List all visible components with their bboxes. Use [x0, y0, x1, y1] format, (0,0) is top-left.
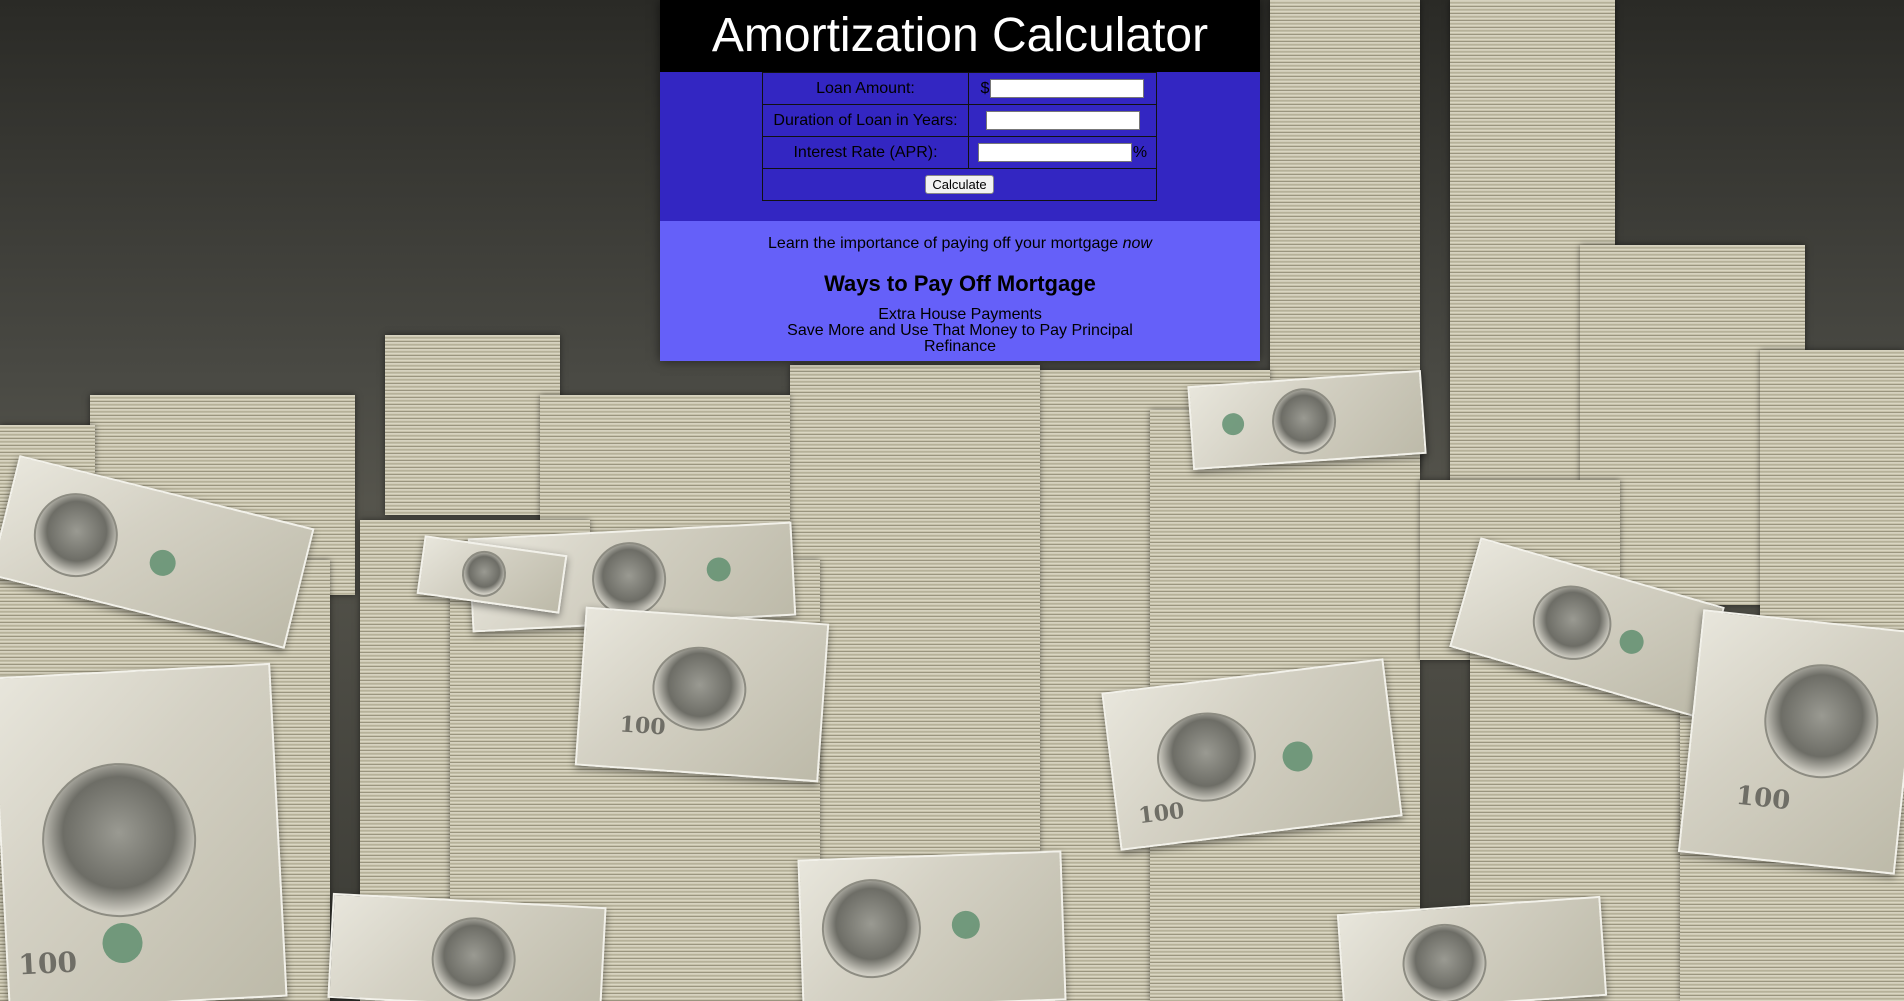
interest-rate-label: Interest Rate (APR):: [762, 136, 969, 169]
loan-amount-row: Loan Amount: $: [762, 72, 1157, 105]
calculator-table: Loan Amount: $ Duration of Loan in Years…: [762, 72, 1157, 201]
money-stack: [385, 335, 560, 515]
ways-list-item: Refinance: [923, 338, 997, 355]
learn-emphasis: now: [1122, 235, 1152, 252]
duration-input[interactable]: [985, 111, 1140, 130]
percent-suffix: %: [1132, 143, 1148, 161]
dollar-bill-icon: 100: [574, 606, 830, 783]
dollar-bill-icon: [1187, 369, 1427, 471]
loan-amount-input[interactable]: [990, 79, 1145, 98]
dollar-bill-icon: [797, 850, 1067, 1001]
dollar-bill-icon: 100: [1677, 609, 1904, 875]
calculate-button[interactable]: Calculate: [925, 175, 994, 194]
page-header: Amortization Calculator: [660, 0, 1260, 72]
calculate-row: Calculate: [762, 168, 1157, 201]
learn-text: Learn the importance of paying off your …: [768, 235, 1152, 252]
loan-amount-label: Loan Amount:: [762, 72, 969, 105]
info-section: Learn the importance of paying off your …: [660, 221, 1260, 361]
money-stack: [1760, 350, 1904, 650]
dollar-bill-icon: [1336, 895, 1608, 1001]
duration-row: Duration of Loan in Years:: [762, 104, 1157, 137]
interest-rate-input[interactable]: [977, 143, 1132, 162]
ways-heading: Ways to Pay Off Mortgage: [824, 271, 1096, 296]
ways-list: Extra House Payments Save More and Use T…: [660, 307, 1260, 355]
ways-list-item: Save More and Use That Money to Pay Prin…: [787, 322, 1133, 339]
currency-prefix: $: [980, 79, 990, 97]
dollar-bill-icon: [327, 892, 607, 1001]
calculator-form: Loan Amount: $ Duration of Loan in Years…: [660, 72, 1260, 221]
calculator-panel: Amortization Calculator Loan Amount: $ D…: [660, 0, 1260, 361]
page-title: Amortization Calculator: [711, 9, 1209, 62]
interest-rate-row: Interest Rate (APR): %: [762, 136, 1157, 169]
ways-list-item: Extra House Payments: [878, 306, 1042, 323]
dollar-bill-icon: 100: [0, 662, 288, 1001]
duration-label: Duration of Loan in Years:: [762, 104, 969, 137]
